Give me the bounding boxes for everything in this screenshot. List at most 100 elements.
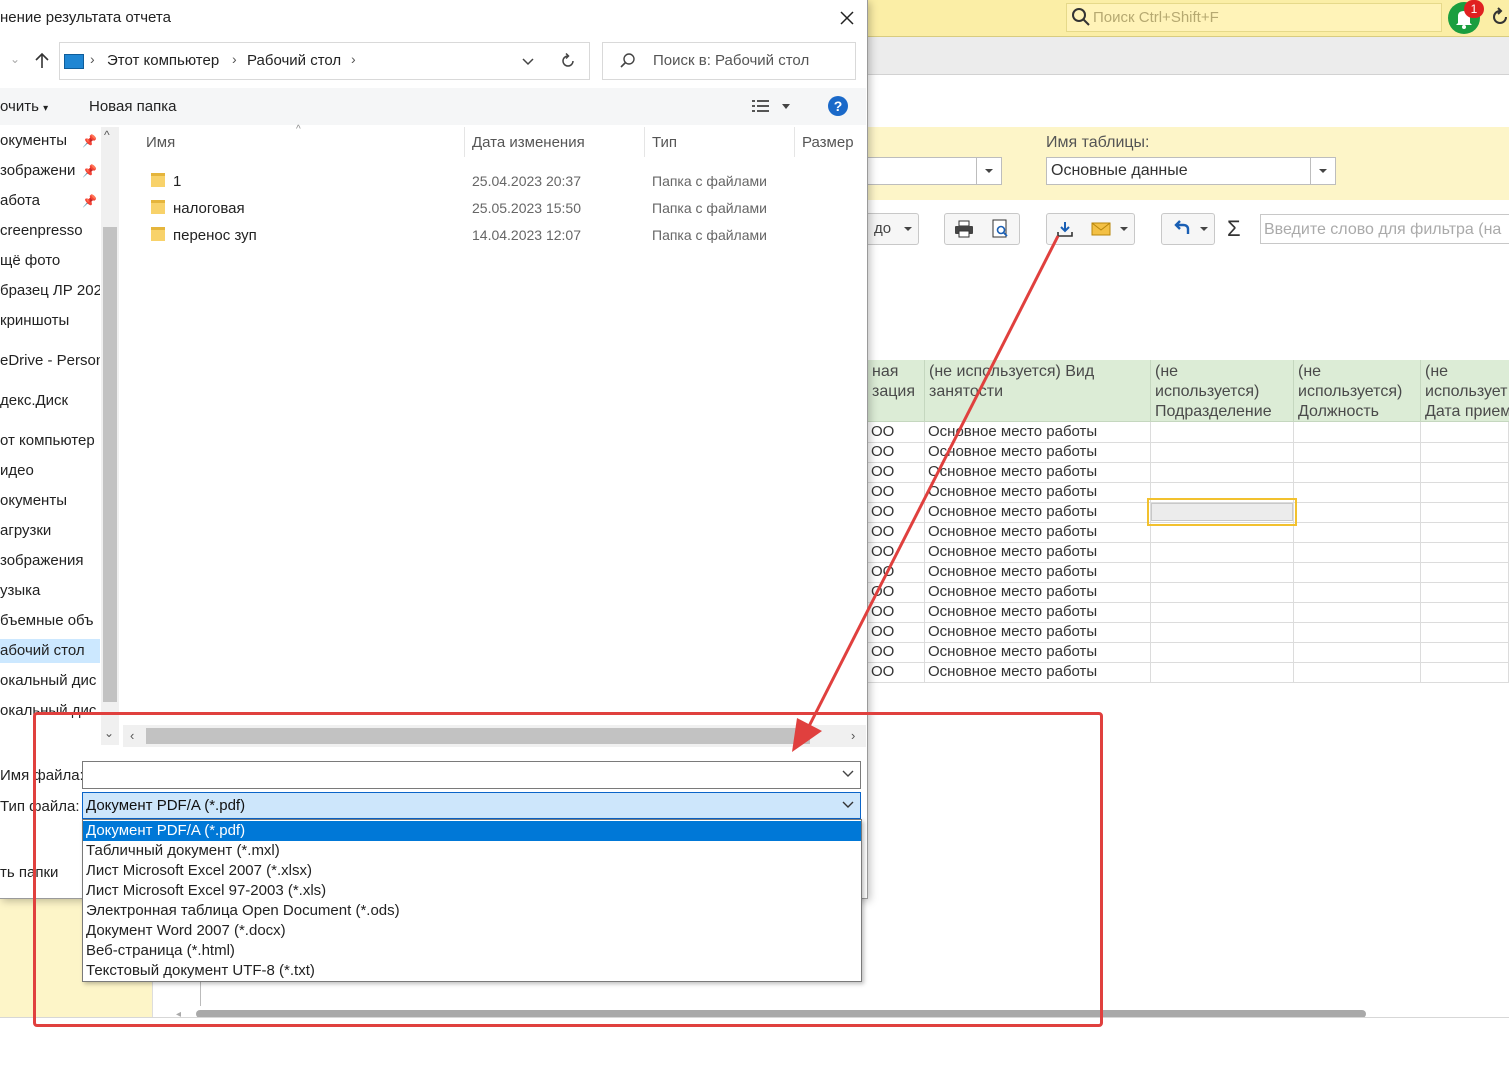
help-button[interactable]: ? bbox=[828, 96, 848, 116]
table-row[interactable]: ОО Основное место работы bbox=[868, 582, 1509, 603]
close-icon[interactable] bbox=[834, 5, 860, 31]
table-cell[interactable] bbox=[1151, 582, 1294, 602]
file-row[interactable]: налоговая 25.05.2023 15:50 Папка с файлами bbox=[145, 195, 865, 220]
nav-item[interactable]: бъемные объ bbox=[0, 609, 100, 633]
table-cell[interactable] bbox=[1294, 482, 1421, 502]
table-cell[interactable] bbox=[1151, 662, 1294, 682]
table-row[interactable]: ОО Основное место работы bbox=[868, 602, 1509, 623]
scrollbar-thumb[interactable] bbox=[103, 227, 117, 702]
nav-item[interactable]: окальный дис bbox=[0, 669, 100, 693]
nav-item[interactable]: агрузки bbox=[0, 519, 100, 543]
table-header-cell[interactable]: (не использует Дата прием bbox=[1421, 360, 1509, 422]
organize-button[interactable]: очить ▾ bbox=[0, 98, 48, 115]
table-cell[interactable]: Основное место работы bbox=[925, 642, 1151, 662]
table-cell[interactable]: ОО bbox=[868, 502, 925, 522]
table-cell[interactable] bbox=[1294, 662, 1421, 682]
nav-item[interactable]: окументы bbox=[0, 489, 100, 513]
table-cell[interactable]: Основное место работы bbox=[925, 442, 1151, 462]
selected-table-cell[interactable] bbox=[1147, 498, 1297, 526]
column-header-date[interactable]: Дата изменения bbox=[472, 134, 585, 151]
send-email-button[interactable] bbox=[1082, 213, 1135, 245]
table-cell[interactable]: ОО bbox=[868, 522, 925, 542]
nav-item[interactable]: от компьютер bbox=[0, 429, 100, 453]
table-header-cell[interactable]: ная зация bbox=[868, 360, 925, 422]
table-cell[interactable]: Основное место работы bbox=[925, 522, 1151, 542]
nav-item[interactable]: идео bbox=[0, 459, 100, 483]
combo-dropdown-button[interactable] bbox=[976, 158, 1001, 184]
table-cell[interactable]: Основное место работы bbox=[925, 662, 1151, 682]
table-cell[interactable] bbox=[1421, 642, 1509, 662]
file-row[interactable]: 1 25.04.2023 20:37 Папка с файлами bbox=[145, 168, 865, 193]
table-cell[interactable] bbox=[1151, 642, 1294, 662]
table-cell[interactable]: Основное место работы bbox=[925, 562, 1151, 582]
table-cell[interactable] bbox=[1151, 542, 1294, 562]
table-header-cell[interactable]: (не используется) Вид занятости bbox=[925, 360, 1151, 422]
table-cell[interactable] bbox=[1421, 462, 1509, 482]
history-icon[interactable] bbox=[1492, 6, 1509, 28]
table-header-cell[interactable]: (не используется) Подразделение bbox=[1151, 360, 1294, 422]
table-cell[interactable]: Основное место работы bbox=[925, 502, 1151, 522]
nav-item[interactable]: абочий стол bbox=[0, 639, 100, 663]
table-cell[interactable] bbox=[1294, 562, 1421, 582]
nav-item[interactable]: узыка bbox=[0, 579, 100, 603]
nav-item[interactable]: eDrive - Person bbox=[0, 349, 100, 373]
table-cell[interactable] bbox=[1421, 622, 1509, 642]
sum-icon[interactable]: Σ bbox=[1227, 216, 1241, 242]
nav-item[interactable]: криншоты bbox=[0, 309, 100, 333]
global-search-input[interactable]: Поиск Ctrl+Shift+F bbox=[1066, 3, 1442, 32]
divider[interactable] bbox=[644, 127, 645, 157]
table-cell[interactable]: ОО bbox=[868, 642, 925, 662]
view-options-icon[interactable] bbox=[752, 98, 790, 116]
table-cell[interactable]: Основное место работы bbox=[925, 582, 1151, 602]
table-cell[interactable] bbox=[1294, 462, 1421, 482]
table-cell[interactable] bbox=[1421, 422, 1509, 442]
parameter-combo[interactable] bbox=[868, 157, 1002, 185]
table-cell[interactable]: Основное место работы bbox=[925, 602, 1151, 622]
folder-search-input[interactable]: Поиск в: Рабочий стол bbox=[602, 42, 856, 80]
table-cell[interactable] bbox=[1294, 542, 1421, 562]
table-cell[interactable] bbox=[1151, 602, 1294, 622]
table-cell[interactable]: ОО bbox=[868, 482, 925, 502]
table-cell[interactable] bbox=[1151, 422, 1294, 442]
table-cell[interactable] bbox=[1421, 482, 1509, 502]
table-row[interactable]: ОО Основное место работы bbox=[868, 542, 1509, 563]
period-button[interactable]: до bbox=[868, 213, 919, 245]
table-cell[interactable] bbox=[1151, 622, 1294, 642]
refresh-button[interactable] bbox=[547, 42, 590, 80]
undo-button[interactable] bbox=[1161, 213, 1215, 245]
table-cell[interactable] bbox=[1421, 442, 1509, 462]
breadcrumb-desktop[interactable]: Рабочий стол bbox=[247, 52, 341, 69]
table-cell[interactable]: Основное место работы bbox=[925, 482, 1151, 502]
table-cell[interactable] bbox=[1294, 422, 1421, 442]
print-button[interactable] bbox=[944, 213, 984, 245]
table-cell[interactable] bbox=[1421, 562, 1509, 582]
print-preview-button[interactable] bbox=[982, 213, 1020, 245]
chevron-down-icon[interactable] bbox=[520, 53, 536, 69]
nav-item[interactable]: creenpresso bbox=[0, 219, 100, 243]
nav-item[interactable]: щё фото bbox=[0, 249, 100, 273]
table-cell[interactable] bbox=[1421, 522, 1509, 542]
table-cell[interactable]: Основное место работы bbox=[925, 462, 1151, 482]
table-row[interactable]: ОО Основное место работы bbox=[868, 622, 1509, 643]
combo-dropdown-button[interactable] bbox=[1310, 158, 1335, 184]
column-header-name[interactable]: Имя bbox=[146, 134, 175, 151]
table-header-cell[interactable]: (не используется) Должность bbox=[1294, 360, 1421, 422]
table-cell[interactable] bbox=[1421, 582, 1509, 602]
chevron-up-icon[interactable]: ^ bbox=[104, 128, 110, 142]
table-row[interactable]: ОО Основное место работы bbox=[868, 642, 1509, 663]
column-header-size[interactable]: Размер bbox=[802, 134, 854, 151]
table-row[interactable]: ОО Основное место работы bbox=[868, 662, 1509, 683]
recent-locations-chevron-icon[interactable]: ⌄ bbox=[10, 52, 20, 66]
table-cell[interactable] bbox=[1421, 602, 1509, 622]
nav-item[interactable]: зображения bbox=[0, 549, 100, 573]
nav-item[interactable]: окументы 📌 bbox=[0, 129, 100, 153]
table-cell[interactable]: Основное место работы bbox=[925, 422, 1151, 442]
table-cell[interactable]: Основное место работы bbox=[925, 542, 1151, 562]
new-folder-button[interactable]: Новая папка bbox=[89, 98, 176, 115]
table-cell[interactable] bbox=[1294, 442, 1421, 462]
up-arrow-icon[interactable] bbox=[33, 50, 51, 70]
table-row[interactable]: ОО Основное место работы bbox=[868, 422, 1509, 443]
table-name-combo[interactable]: Основные данные bbox=[1046, 157, 1336, 185]
table-cell[interactable] bbox=[1421, 542, 1509, 562]
table-row[interactable]: ОО Основное место работы bbox=[868, 442, 1509, 463]
